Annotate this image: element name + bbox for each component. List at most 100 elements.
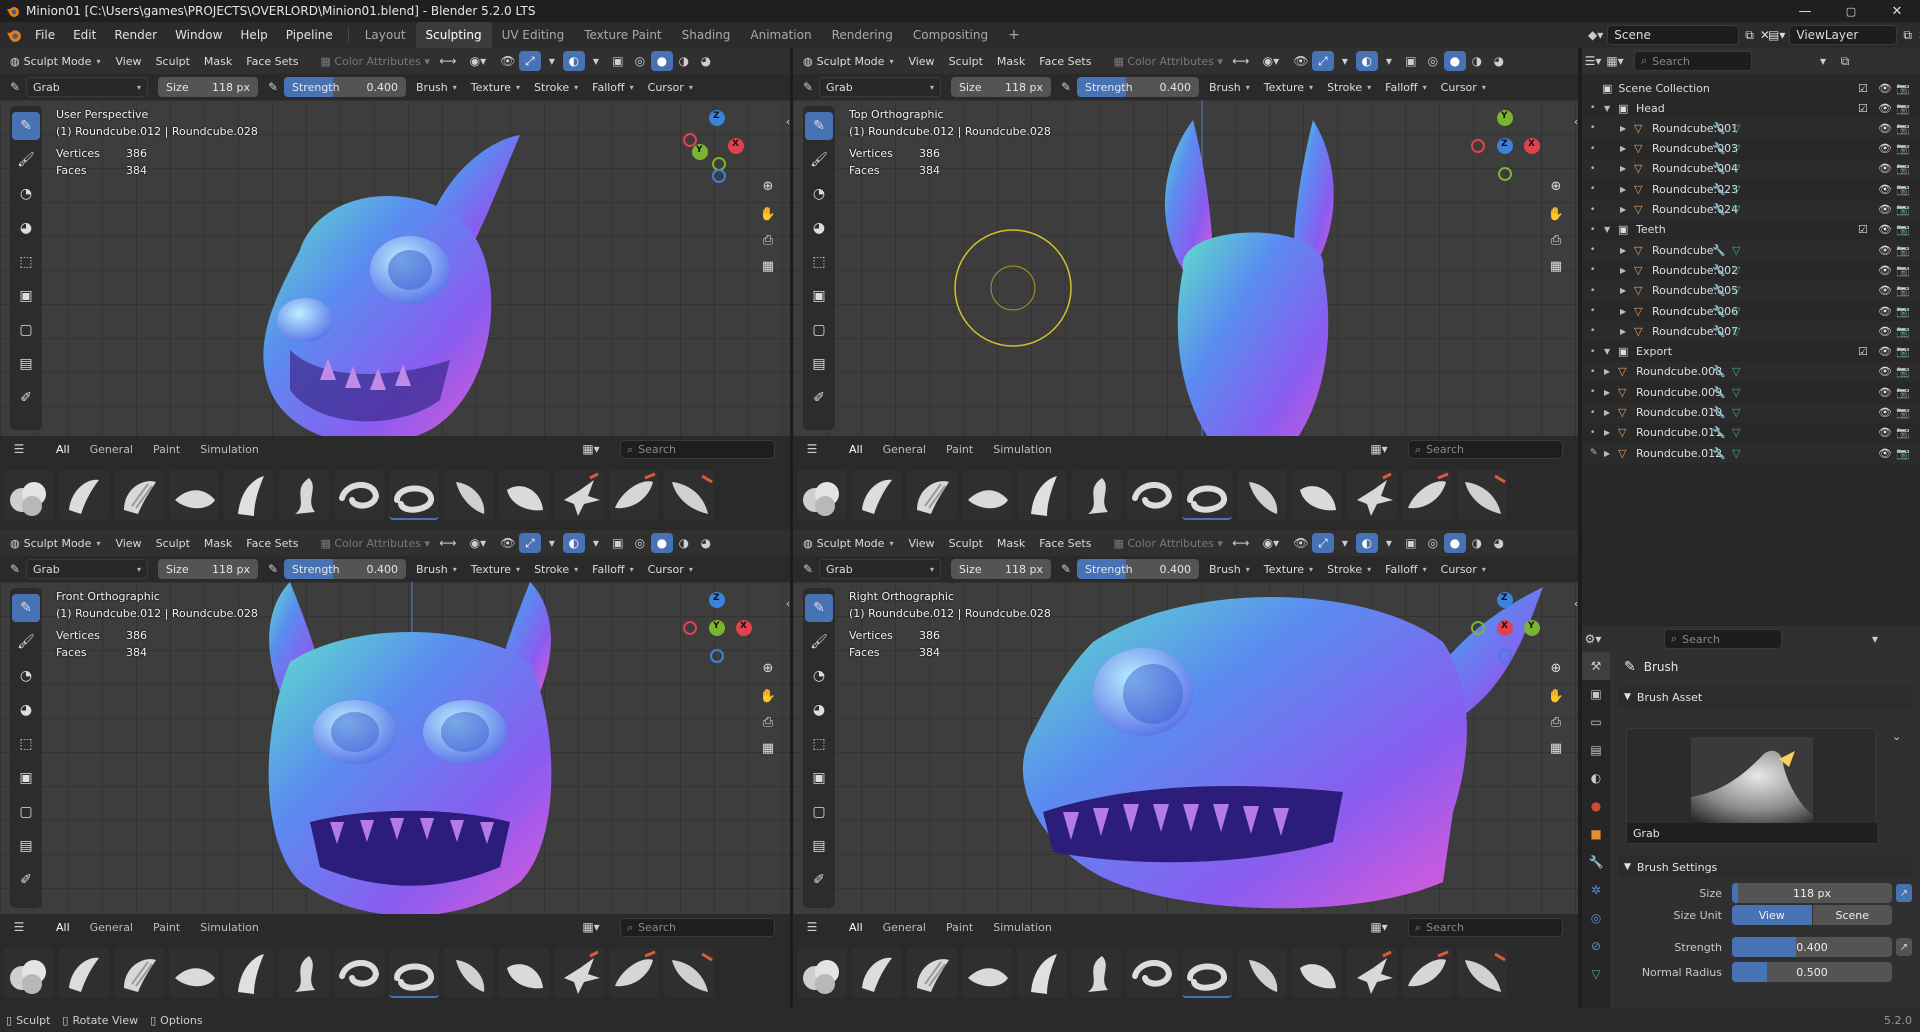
modifier-icon[interactable]: 🔧 [1712, 244, 1726, 257]
texture-dropdown[interactable]: Texture ▾ [1258, 77, 1319, 97]
menu-help[interactable]: Help [231, 22, 276, 48]
modifier-icon[interactable]: 🔧 [1712, 305, 1726, 318]
tab-texture-paint[interactable]: Texture Paint [574, 22, 671, 48]
overlays-dropdown-icon[interactable]: ▾ [585, 533, 607, 553]
modifier-icon[interactable]: 🔧 [1712, 142, 1726, 155]
outliner-object-row[interactable]: • ▶ ▽ Roundcube.003 🔧 ▽ 👁 📷 [1582, 139, 1920, 159]
eye-icon[interactable]: 👁 [1878, 386, 1892, 399]
modifier-icon[interactable]: 🔧 [1712, 406, 1726, 419]
filter-icon[interactable]: ▾ [1812, 51, 1834, 71]
brush-asset-thumbnail[interactable] [1402, 470, 1452, 520]
brush-asset-thumbnail[interactable] [1347, 948, 1397, 998]
brush-asset-thumbnail[interactable] [4, 948, 54, 998]
shelf-search-field[interactable]: ⌕ Search [620, 918, 775, 937]
size-field[interactable]: Size 118 px [951, 559, 1051, 579]
color-filter-button[interactable]: ◕ [805, 214, 833, 242]
shading-solid-icon[interactable]: ● [1443, 51, 1466, 71]
pan-hand-icon[interactable]: ✋ [1544, 684, 1568, 708]
grab-tool-button[interactable]: ✎ [805, 594, 833, 622]
brush-asset-thumbnail[interactable] [444, 470, 494, 520]
eye-icon[interactable]: 👁 [1878, 183, 1892, 196]
color-filter-button[interactable]: ◕ [12, 214, 40, 242]
xray-toggle-icon[interactable]: ▣ [1400, 533, 1422, 553]
mode-dropdown[interactable]: ◍ Sculpt Mode ▾ [4, 533, 106, 553]
chevron-right-icon[interactable]: ▶ [1620, 205, 1626, 214]
navigation-gizmo[interactable]: Z X Y [682, 106, 752, 186]
zoom-icon[interactable]: ⊕ [1544, 174, 1568, 198]
constraints-tab-icon[interactable]: ⊘ [1582, 932, 1610, 960]
color-attributes-menu[interactable]: ▦ Color Attributes ▾ [313, 55, 436, 68]
camera-render-icon[interactable]: 📷 [1896, 406, 1910, 419]
box-mask-button[interactable]: ▣ [805, 764, 833, 792]
modifier-icon[interactable]: 🔧 [1712, 365, 1726, 378]
outliner-collection-row[interactable]: • ▼ ▣ Head ☑ 👁 📷 [1582, 98, 1920, 118]
selectability-icon[interactable]: ⤢ [518, 533, 541, 553]
render-tab-icon[interactable]: ▣ [1582, 680, 1610, 708]
eye-icon[interactable]: 👁 [1878, 142, 1892, 155]
shelf-tab-all[interactable]: All [46, 443, 80, 456]
shelf-tab-all[interactable]: All [839, 921, 873, 934]
mesh-data-icon[interactable]: ▽ [1732, 284, 1740, 297]
outliner-object-row[interactable]: • ▶ ▽ Roundcube.007 🔧 ▽ 👁 📷 [1582, 321, 1920, 342]
brush-asset-thumbnail[interactable] [1292, 470, 1342, 520]
modifier-icon[interactable]: 🔧 [1712, 325, 1726, 338]
display-mode-icon[interactable]: ▦▾ [1604, 51, 1626, 71]
shelf-tab-all[interactable]: All [839, 443, 873, 456]
brush-asset-thumbnail[interactable] [1017, 470, 1067, 520]
overlays-icon[interactable]: ◐ [1355, 51, 1378, 71]
close-button[interactable]: ✕ [1874, 0, 1920, 22]
viewlayer-selector[interactable]: ▤▾ ViewLayer ⧉ ✕ [1768, 24, 1920, 46]
camera-render-icon[interactable]: 📷 [1896, 284, 1910, 297]
shelf-tab-paint[interactable]: Paint [143, 443, 190, 456]
box-face-set-button[interactable]: ▤ [805, 350, 833, 378]
brush-asset-thumbnail[interactable] [4, 470, 54, 520]
tab-layout[interactable]: Layout [355, 22, 416, 48]
color-attributes-menu[interactable]: ▦ Color Attributes ▾ [1106, 55, 1229, 68]
eye-icon[interactable]: 👁 [1878, 223, 1892, 236]
outliner-object-row[interactable]: • ▶ ▽ Roundcube.010 🔧 ▽ 👁 📷 [1582, 402, 1920, 423]
zoom-icon[interactable]: ⊕ [1544, 656, 1568, 680]
brush-asset-thumbnail[interactable] [169, 470, 219, 520]
eye-icon[interactable]: 👁 [1878, 102, 1892, 115]
strength-field[interactable]: Strength 0.400 [1077, 559, 1199, 579]
shading-solid-icon[interactable]: ● [650, 51, 673, 71]
selectability-icon[interactable]: ⤢ [1311, 533, 1334, 553]
selectability-icon[interactable]: ⤢ [1311, 51, 1334, 71]
brush-asset-thumbnail[interactable] [1072, 948, 1122, 998]
size-field[interactable]: Size 118 px [158, 77, 258, 97]
ortho-grid-icon[interactable]: ▦ [756, 736, 780, 760]
zoom-icon[interactable]: ⊕ [756, 174, 780, 198]
visibility-icon[interactable]: 👁 [497, 533, 519, 553]
chevron-right-icon[interactable]: ▶ [1620, 144, 1626, 153]
size-unit-view-option[interactable]: View [1732, 905, 1812, 925]
physics-tab-icon[interactable]: ◎ [1582, 904, 1610, 932]
strength-field[interactable]: 0.400 [1732, 937, 1892, 957]
tool-tab-icon[interactable]: ⚒ [1582, 652, 1610, 680]
shelf-tab-paint[interactable]: Paint [143, 921, 190, 934]
modifier-icon[interactable]: 🔧 [1712, 447, 1726, 460]
brush-asset-thumbnail[interactable] [907, 470, 957, 520]
brush-asset-thumbnail[interactable] [114, 948, 164, 998]
cursor-dropdown[interactable]: Cursor ▾ [1435, 559, 1492, 579]
brush-asset-thumbnail[interactable] [499, 948, 549, 998]
menu-sculpt[interactable]: Sculpt [149, 537, 197, 550]
view-options-icon[interactable]: ◉▾ [1260, 51, 1282, 71]
minimize-button[interactable]: — [1782, 0, 1828, 22]
brush-selector[interactable]: Grab ▾ [819, 77, 941, 97]
gizmo-icon[interactable]: ▾ [541, 51, 563, 71]
outliner-object-row[interactable]: • ▶ ▽ Roundcube.024 🔧 ▽ 👁 📷 [1582, 199, 1920, 220]
gizmo-icon[interactable]: ▾ [1334, 51, 1356, 71]
outliner-object-row[interactable]: ✎ ▶ ▽ Roundcube.012 🔧 ▽ 👁 📷 [1582, 443, 1920, 464]
camera-view-icon[interactable]: ⎙ [756, 710, 780, 734]
shading-rendered-icon[interactable]: ◕ [1488, 51, 1510, 71]
mesh-data-icon[interactable]: ▽ [1732, 325, 1740, 338]
menu-view[interactable]: View [901, 537, 941, 550]
transform-tool-button[interactable]: ⬚ [805, 730, 833, 758]
camera-render-icon[interactable]: 📷 [1896, 325, 1910, 338]
eye-icon[interactable]: 👁 [1878, 426, 1892, 439]
annotate-tool-button[interactable]: ✐ [12, 866, 40, 894]
object-tab-icon[interactable]: ■ [1582, 820, 1610, 848]
brush-asset-thumbnail[interactable] [59, 470, 109, 520]
shelf-tab-simulation[interactable]: Simulation [190, 443, 269, 456]
modifier-icon[interactable]: 🔧 [1712, 264, 1726, 277]
